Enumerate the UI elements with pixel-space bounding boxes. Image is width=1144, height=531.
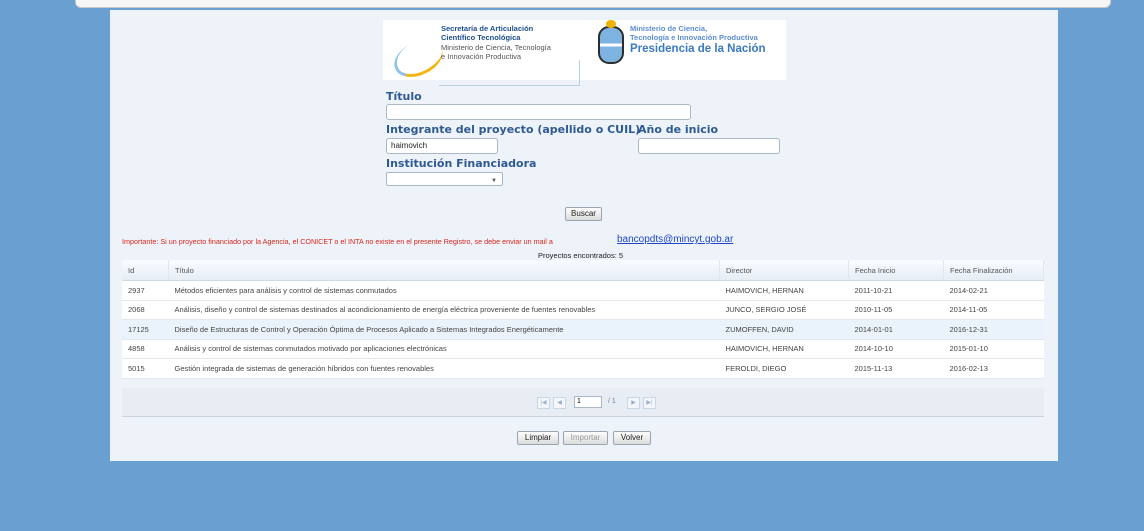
cell-id: 4858	[122, 339, 169, 359]
cell-fecha-inicio: 2010-11-05	[848, 300, 944, 320]
cell-fecha-finalizacion: 2015-01-10	[943, 339, 1044, 359]
table-row[interactable]: 2068 Análisis, diseño y control de siste…	[122, 300, 1044, 320]
cell-id: 2068	[122, 300, 169, 320]
projects-found-count: Proyectos encontrados: 5	[538, 251, 624, 260]
browser-top-strip	[75, 0, 1111, 8]
main-panel: Secretaría de Articulación Científico Te…	[110, 10, 1058, 461]
integrante-label: Integrante del proyecto (apellido o CUIL…	[386, 123, 641, 136]
table-header-row: Id Título Director Fecha Inicio Fecha Fi…	[122, 260, 1044, 281]
header-banner: Secretaría de Articulación Científico Te…	[383, 20, 786, 86]
cell-fecha-finalizacion: 2014-11-05	[943, 300, 1044, 320]
cell-fecha-inicio: 2015-11-13	[848, 358, 944, 379]
table-row[interactable]: 2937 Métodos eficientes para análisis y …	[122, 280, 1044, 301]
last-page-icon[interactable]: ▶|	[643, 397, 656, 409]
page-total: / 1	[608, 398, 616, 405]
integrante-input[interactable]: haimovich	[386, 138, 498, 154]
pagination-bar: |◀ ◀ 1 / 1 ▶ ▶|	[122, 388, 1044, 417]
prev-page-icon[interactable]: ◀	[553, 397, 566, 409]
cell-director: JUNCO, SERGIO JOSÉ	[719, 300, 849, 320]
cell-fecha-inicio: 2011-10-21	[848, 280, 944, 301]
page-number-input[interactable]: 1	[574, 396, 602, 408]
chevron-down-icon: ▼	[491, 178, 497, 184]
projects-table: Id Título Director Fecha Inicio Fecha Fi…	[122, 260, 1044, 379]
cell-director: FEROLDI, DIEGO	[719, 358, 849, 379]
importar-button[interactable]: Importar	[563, 431, 608, 445]
cell-titulo: Gestión integrada de sistemas de generac…	[168, 358, 720, 379]
buscar-button[interactable]: Buscar	[565, 207, 602, 221]
cell-director: HAIMOVICH, HERNAN	[719, 280, 849, 301]
banner-divider	[439, 60, 580, 86]
cell-titulo: Diseño de Estructuras de Control y Opera…	[168, 319, 720, 340]
volver-button[interactable]: Volver	[613, 431, 651, 445]
email-link[interactable]: bancopdts@mincyt.gob.ar	[617, 234, 733, 245]
cell-id: 17125	[122, 319, 169, 340]
table-row[interactable]: 17125 Diseño de Estructuras de Control y…	[122, 319, 1044, 340]
secretaria-title: Secretaría de Articulación Científico Te…	[441, 24, 534, 42]
cell-id: 5015	[122, 358, 169, 379]
cell-director: HAIMOVICH, HERNAN	[719, 339, 849, 359]
titulo-label: Título	[386, 90, 422, 103]
column-header-fecha-finalizacion[interactable]: Fecha Finalización	[943, 260, 1044, 281]
next-page-icon[interactable]: ▶	[627, 397, 640, 409]
cell-id: 2937	[122, 280, 169, 301]
important-notice: Importante: Si un proyecto financiado po…	[122, 237, 553, 246]
cell-fecha-inicio: 2014-10-10	[848, 339, 944, 359]
institucion-select[interactable]: ▼	[386, 172, 503, 186]
national-shield-icon	[598, 20, 624, 64]
presidencia-title: Presidencia de la Nación	[630, 43, 766, 55]
cell-director: ZUMOFFEN, DAVID	[719, 319, 849, 340]
cell-fecha-finalizacion: 2016-12-31	[943, 319, 1044, 340]
column-header-director[interactable]: Director	[719, 260, 849, 281]
column-header-fecha-inicio[interactable]: Fecha Inicio	[848, 260, 944, 281]
cell-fecha-inicio: 2014-01-01	[848, 319, 944, 340]
anio-label: Año de inicio	[638, 123, 719, 136]
institucion-label: Institución Financiadora	[386, 157, 537, 170]
limpiar-button[interactable]: Limpiar	[517, 431, 559, 445]
first-page-icon[interactable]: |◀	[537, 397, 550, 409]
cell-titulo: Análisis y control de sistemas conmutado…	[168, 339, 720, 359]
cell-fecha-finalizacion: 2014-02-21	[943, 280, 1044, 301]
cell-fecha-finalizacion: 2016-02-13	[943, 358, 1044, 379]
column-header-id[interactable]: Id	[122, 260, 169, 281]
table-row[interactable]: 4858 Análisis y control de sistemas conm…	[122, 339, 1044, 359]
titulo-input[interactable]	[386, 104, 691, 120]
cell-titulo: Análisis, diseño y control de sistemas d…	[168, 300, 720, 320]
cell-titulo: Métodos eficientes para análisis y contr…	[168, 280, 720, 301]
column-header-titulo[interactable]: Título	[168, 260, 720, 281]
table-row[interactable]: 5015 Gestión integrada de sistemas de ge…	[122, 358, 1044, 379]
ministerio-title: Ministerio de Ciencia, Tecnología e Inno…	[630, 24, 758, 42]
secretaria-subtitle: Ministerio de Ciencia, Tecnología e Inno…	[441, 43, 551, 61]
anio-input[interactable]	[638, 138, 780, 154]
